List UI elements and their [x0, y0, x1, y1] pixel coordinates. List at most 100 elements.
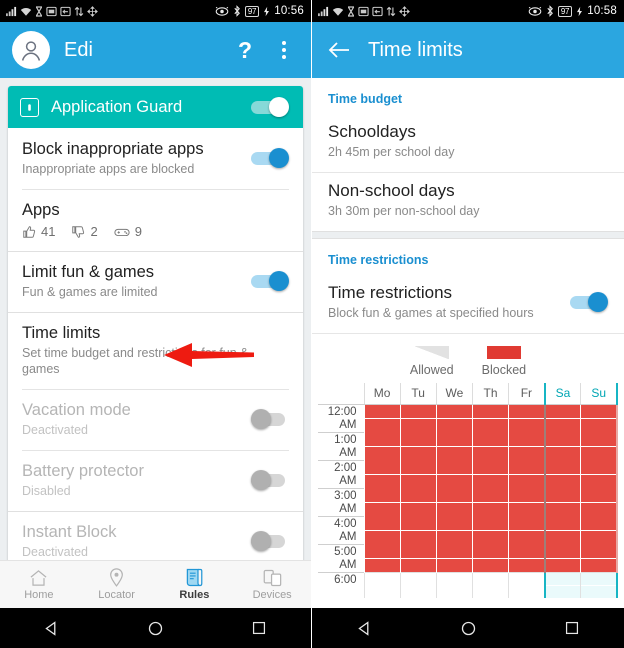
schedule-grid[interactable]: Mo Tu We Th Fr Sa Su 12:00 AM 1:00 AM 2:00 AM 3:00 AM… [318, 383, 619, 598]
schedule-cell-tu-300-00[interactable] [399, 488, 437, 502]
schedule-cell-we-400-00[interactable] [435, 516, 473, 530]
schedule-cell-mo-200-00[interactable] [363, 460, 401, 474]
schedule-cell-fr-100-30[interactable] [508, 445, 545, 460]
schedule-cell-we-600-30[interactable] [435, 584, 473, 598]
row-time-restrictions[interactable]: Time restrictions Block fun & games at s… [312, 275, 624, 333]
schedule-cell-th-1200-30[interactable] [471, 417, 509, 432]
schedule-cell-tu-1200-00[interactable] [399, 404, 437, 418]
schedule-cell-mo-300-00[interactable] [363, 488, 401, 502]
schedule-cell-tu-200-00[interactable] [399, 460, 437, 474]
nav-item-locator[interactable]: Locator [78, 568, 156, 601]
schedule-cell-su-1200-30[interactable] [580, 417, 619, 432]
time-restrictions-toggle[interactable] [570, 292, 608, 312]
schedule-cell-sa-600-00[interactable] [543, 571, 581, 585]
schedule-cell-tu-200-30[interactable] [399, 473, 437, 488]
schedule-cell-tu-1200-30[interactable] [399, 417, 437, 432]
avatar[interactable] [12, 31, 50, 69]
schedule-cell-mo-600-30[interactable] [363, 584, 401, 598]
schedule-cell-th-300-00[interactable] [471, 488, 509, 502]
schedule-cell-su-400-00[interactable] [580, 516, 619, 530]
row-instant-block[interactable]: Instant Block Deactivated [8, 511, 303, 560]
schedule-cell-we-100-30[interactable] [435, 445, 473, 460]
home-button[interactable] [131, 608, 179, 648]
schedule-cell-fr-300-30[interactable] [508, 501, 545, 516]
row-apps[interactable]: Apps 41 2 9 [8, 189, 303, 251]
schedule-cell-mo-1200-00[interactable] [363, 404, 401, 418]
schedule-cell-we-200-00[interactable] [435, 460, 473, 474]
schedule-cell-su-500-30[interactable] [580, 557, 619, 572]
help-icon[interactable]: ? [227, 30, 263, 70]
schedule-cell-th-1200-00[interactable] [471, 404, 509, 418]
schedule-cell-th-400-00[interactable] [471, 516, 509, 530]
vacation-mode-toggle[interactable] [251, 409, 289, 429]
schedule-cell-su-600-00[interactable] [580, 571, 619, 585]
block-inappropriate-apps-toggle[interactable] [251, 148, 289, 168]
schedule-cell-mo-500-00[interactable] [363, 544, 401, 558]
schedule-cell-su-200-30[interactable] [580, 473, 619, 488]
schedule-cell-we-500-30[interactable] [435, 557, 473, 572]
battery-protector-toggle[interactable] [251, 470, 289, 490]
schedule-cell-we-1200-30[interactable] [435, 417, 473, 432]
schedule-cell-th-600-00[interactable] [471, 571, 509, 585]
schedule-cell-mo-1200-30[interactable] [363, 417, 401, 432]
schedule-cell-mo-100-00[interactable] [363, 432, 401, 446]
schedule-cell-mo-200-30[interactable] [363, 473, 401, 488]
schedule-cell-mo-500-30[interactable] [363, 557, 401, 572]
row-vacation-mode[interactable]: Vacation mode Deactivated [8, 389, 303, 450]
schedule-cell-fr-200-30[interactable] [508, 473, 545, 488]
schedule-cell-th-500-00[interactable] [471, 544, 509, 558]
schedule-cell-sa-400-00[interactable] [543, 516, 581, 530]
schedule-cell-fr-300-00[interactable] [508, 488, 545, 502]
schedule-cell-sa-600-30[interactable] [543, 584, 581, 598]
schedule-cell-tu-600-30[interactable] [399, 584, 437, 598]
schedule-cell-tu-100-00[interactable] [399, 432, 437, 446]
schedule-cell-sa-500-00[interactable] [543, 544, 581, 558]
limit-fun-and-games-toggle[interactable] [251, 271, 289, 291]
schedule-cell-th-200-30[interactable] [471, 473, 509, 488]
schedule-cell-th-600-30[interactable] [471, 584, 509, 598]
schedule-cell-fr-600-00[interactable] [508, 571, 545, 585]
back-arrow-icon[interactable] [324, 30, 354, 70]
schedule-cell-sa-300-30[interactable] [543, 501, 581, 516]
back-button[interactable] [28, 608, 76, 648]
schedule-cell-fr-1200-00[interactable] [508, 404, 545, 418]
schedule-cell-mo-400-00[interactable] [363, 516, 401, 530]
row-non-school-days[interactable]: Non-school days 3h 30m per non-school da… [312, 173, 624, 231]
application-guard-toggle[interactable] [251, 97, 289, 117]
schedule-cell-we-400-30[interactable] [435, 529, 473, 544]
schedule-cell-we-1200-00[interactable] [435, 404, 473, 418]
back-button[interactable] [340, 608, 388, 648]
instant-block-toggle[interactable] [251, 531, 289, 551]
schedule-cell-th-200-00[interactable] [471, 460, 509, 474]
schedule-cell-fr-400-30[interactable] [508, 529, 545, 544]
schedule-cell-sa-100-00[interactable] [543, 432, 581, 446]
schedule-cell-th-500-30[interactable] [471, 557, 509, 572]
row-schooldays[interactable]: Schooldays 2h 45m per school day [312, 114, 624, 172]
schedule-cell-fr-1200-30[interactable] [508, 417, 545, 432]
schedule-cell-th-400-30[interactable] [471, 529, 509, 544]
schedule-cell-tu-600-00[interactable] [399, 571, 437, 585]
schedule-cell-sa-300-00[interactable] [543, 488, 581, 502]
nav-item-home[interactable]: Home [0, 569, 78, 601]
schedule-cell-fr-100-00[interactable] [508, 432, 545, 446]
row-limit-fun-and-games[interactable]: Limit fun & games Fun & games are limite… [8, 251, 303, 312]
schedule-cell-mo-400-30[interactable] [363, 529, 401, 544]
schedule-cell-su-400-30[interactable] [580, 529, 619, 544]
overflow-menu-icon[interactable] [269, 30, 299, 70]
schedule-cell-su-100-30[interactable] [580, 445, 619, 460]
schedule-cell-tu-500-00[interactable] [399, 544, 437, 558]
schedule-cell-tu-400-00[interactable] [399, 516, 437, 530]
schedule-cell-we-300-30[interactable] [435, 501, 473, 516]
schedule-cell-mo-100-30[interactable] [363, 445, 401, 460]
schedule-cell-sa-500-30[interactable] [543, 557, 581, 572]
schedule-cell-su-300-00[interactable] [580, 488, 619, 502]
schedule-cell-tu-500-30[interactable] [399, 557, 437, 572]
schedule-cell-mo-300-30[interactable] [363, 501, 401, 516]
row-battery-protector[interactable]: Battery protector Disabled [8, 450, 303, 511]
schedule-cell-th-100-00[interactable] [471, 432, 509, 446]
nav-item-rules[interactable]: Rules [156, 568, 234, 601]
schedule-cell-sa-400-30[interactable] [543, 529, 581, 544]
schedule-cell-sa-1200-00[interactable] [543, 404, 581, 418]
schedule-cell-fr-600-30[interactable] [508, 584, 545, 598]
schedule-cell-th-300-30[interactable] [471, 501, 509, 516]
